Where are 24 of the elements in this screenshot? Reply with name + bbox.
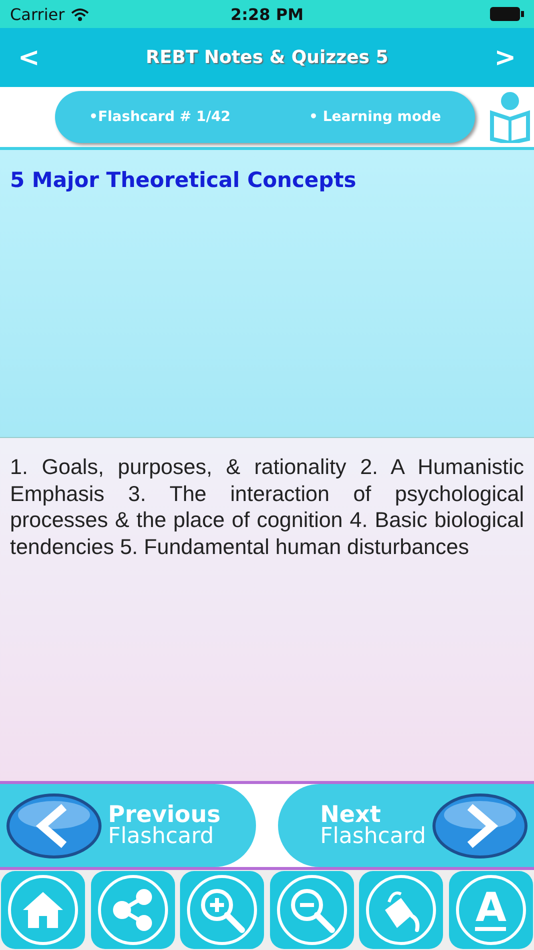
next-flashcard-button[interactable]: Next Flashcard <box>278 784 534 867</box>
flashcard-counter: •Flashcard # 1/42 <box>89 109 231 125</box>
share-icon <box>112 889 154 931</box>
mode-label: • Learning mode <box>309 109 441 125</box>
zoom-in-button[interactable] <box>180 871 264 949</box>
zoom-out-icon <box>288 887 335 933</box>
font-button[interactable]: A <box>448 871 533 949</box>
battery-icon <box>490 7 524 21</box>
home-button[interactable] <box>1 871 85 949</box>
reader-icon <box>489 91 531 143</box>
zoom-in-icon <box>199 887 246 933</box>
share-button[interactable] <box>90 871 175 949</box>
question-text: 5 Major Theoretical Concepts <box>10 168 358 192</box>
back-button[interactable]: < <box>14 42 44 72</box>
answer-text: 1. Goals, purposes, & rationality 2. A Humanistic Emphasis 3. The interaction of psychological processes & the place of cognition 4. Basic biological tendencies 5. Fundamental human disturbances <box>0 438 534 784</box>
previous-flashcard-button[interactable]: Previous Flashcard <box>0 784 256 867</box>
forward-button[interactable]: > <box>490 42 520 72</box>
paint-button[interactable] <box>359 871 444 949</box>
wifi-icon <box>70 8 89 20</box>
app-title: REBT Notes & Quizzes 5 <box>146 47 388 68</box>
carrier-label: Carrier <box>10 4 65 24</box>
home-icon <box>21 890 65 930</box>
status-time: 2:28 PM <box>230 4 304 24</box>
zoom-out-button[interactable] <box>270 871 354 949</box>
